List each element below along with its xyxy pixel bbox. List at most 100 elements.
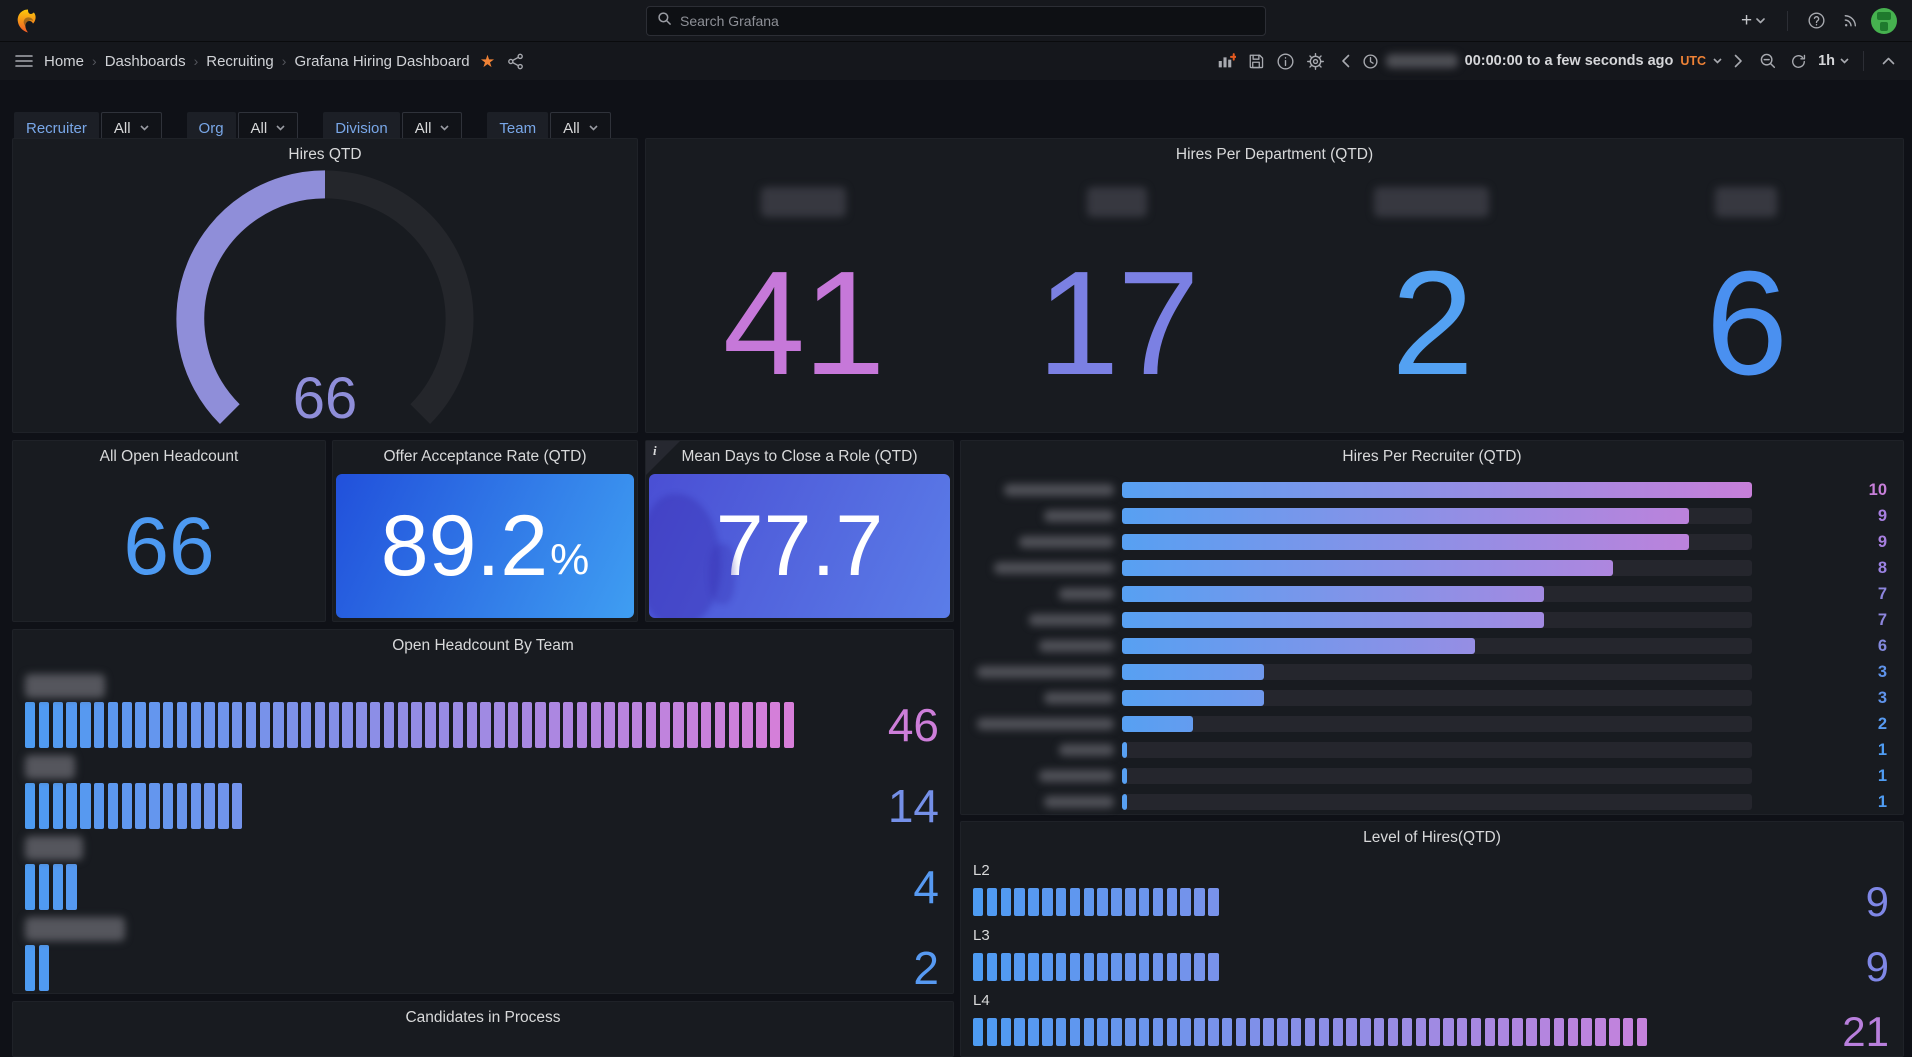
grafana-logo-icon[interactable] (14, 7, 42, 35)
time-range-picker[interactable]: 00:00:00 to a few seconds ago UTC (1362, 47, 1722, 75)
led-cell (549, 864, 559, 910)
refresh-icon[interactable] (1784, 47, 1812, 75)
led-cell (1498, 888, 1508, 916)
level-row: L29 (973, 862, 1889, 923)
led-cell (356, 783, 366, 829)
panel-title[interactable]: Level of Hires(QTD) (1363, 829, 1501, 847)
led-cell (411, 783, 421, 829)
panel-title[interactable]: Hires QTD (288, 146, 361, 164)
led-cell (1097, 888, 1107, 916)
led-cell (1236, 888, 1246, 916)
redacted-date (1386, 54, 1458, 68)
bar-fill (1122, 482, 1752, 498)
led-cell (135, 864, 145, 910)
recruiter-row: 6 (977, 633, 1887, 659)
led-cell (591, 864, 601, 910)
led-cell (973, 1018, 983, 1046)
led-cell (53, 702, 63, 748)
led-cell (177, 864, 187, 910)
time-shift-forward-icon[interactable] (1724, 47, 1752, 75)
led-cell (756, 945, 766, 991)
led-cell (494, 945, 504, 991)
breadcrumb-item-home[interactable]: Home (44, 53, 84, 70)
panel-title[interactable]: Hires Per Department (QTD) (1176, 146, 1373, 164)
led-cell (618, 702, 628, 748)
led-cell (135, 702, 145, 748)
redacted-label (977, 718, 1114, 730)
led-cell (756, 864, 766, 910)
led-cell (1014, 888, 1024, 916)
led-cell (1319, 1018, 1329, 1046)
led-cell (1360, 1018, 1370, 1046)
led-cell (673, 702, 683, 748)
level-gauge-list: L29L39L421L524 (973, 862, 1889, 1057)
led-cell (1194, 953, 1204, 981)
led-cell (204, 702, 214, 748)
collapse-toolbar-chevron-up-icon[interactable] (1874, 47, 1902, 75)
led-cell (453, 864, 463, 910)
led-cell (1346, 888, 1356, 916)
led-cell (370, 864, 380, 910)
led-cell (687, 702, 697, 748)
help-icon[interactable] (1802, 7, 1830, 35)
led-cell (246, 945, 256, 991)
team-gauge-list: 461442 (25, 674, 939, 998)
time-shift-back-icon[interactable] (1332, 47, 1360, 75)
refresh-interval-picker[interactable]: 1h (1814, 47, 1853, 75)
panel-title[interactable]: Mean Days to Close a Role (QTD) (681, 448, 917, 466)
led-cell (108, 783, 118, 829)
favorite-star-icon[interactable]: ★ (474, 47, 502, 75)
led-cell (1581, 1018, 1591, 1046)
panel-title[interactable]: All Open Headcount (100, 448, 239, 466)
led-cell (315, 945, 325, 991)
breadcrumb-separator: › (282, 53, 287, 69)
bar-value: 9 (1752, 507, 1887, 526)
stat-value: 2 (1391, 231, 1471, 416)
led-cell (1416, 953, 1426, 981)
panel-title[interactable]: Offer Acceptance Rate (QTD) (383, 448, 586, 466)
led-cell (1084, 888, 1094, 916)
led-cell (1028, 888, 1038, 916)
zoom-out-time-icon[interactable] (1754, 47, 1782, 75)
bar-track (1122, 664, 1752, 680)
led-cell (1042, 888, 1052, 916)
led-cell (1374, 1018, 1384, 1046)
add-panel-icon[interactable] (1212, 47, 1240, 75)
dashboard-insights-icon[interactable] (1272, 47, 1300, 75)
led-cell (287, 783, 297, 829)
share-icon[interactable] (502, 47, 530, 75)
breadcrumb-item-recruiting[interactable]: Recruiting (206, 53, 274, 70)
global-search[interactable] (646, 6, 1266, 36)
save-dashboard-icon[interactable] (1242, 47, 1270, 75)
breadcrumb-item-dashboards[interactable]: Dashboards (105, 53, 186, 70)
new-menu-button[interactable]: + (1733, 7, 1773, 35)
panel-title[interactable]: Candidates in Process (405, 1009, 560, 1027)
led-cell (80, 702, 90, 748)
led-cell (356, 864, 366, 910)
recruiter-row: 7 (977, 607, 1887, 633)
avatar (1871, 8, 1897, 34)
led-cell (439, 783, 449, 829)
led-cell (1664, 953, 1674, 981)
bar-value: 7 (1752, 611, 1887, 630)
news-rss-icon[interactable] (1836, 7, 1864, 35)
led-cell (1609, 953, 1619, 981)
recruiter-name (977, 536, 1114, 548)
stat-value: 89.2 (381, 503, 548, 589)
search-input[interactable] (680, 13, 1255, 29)
user-avatar[interactable] (1870, 7, 1898, 35)
led-cell (1346, 953, 1356, 981)
panel-title[interactable]: Hires Per Recruiter (QTD) (1342, 448, 1521, 466)
led-cell (218, 702, 228, 748)
led-cell (1402, 953, 1412, 981)
led-cell (1637, 1018, 1647, 1046)
redacted-label (977, 666, 1114, 678)
led-cell (987, 953, 997, 981)
dashboard-settings-gear-icon[interactable] (1302, 47, 1330, 75)
bar-track (1122, 560, 1752, 576)
led-cell (1194, 1018, 1204, 1046)
panel-title[interactable]: Open Headcount By Team (392, 637, 574, 655)
gauge-value: 21 (1745, 1011, 1889, 1053)
menu-hamburger-icon[interactable] (10, 47, 38, 75)
breadcrumb-item-grafana-hiring-dashboard[interactable]: Grafana Hiring Dashboard (294, 53, 469, 70)
